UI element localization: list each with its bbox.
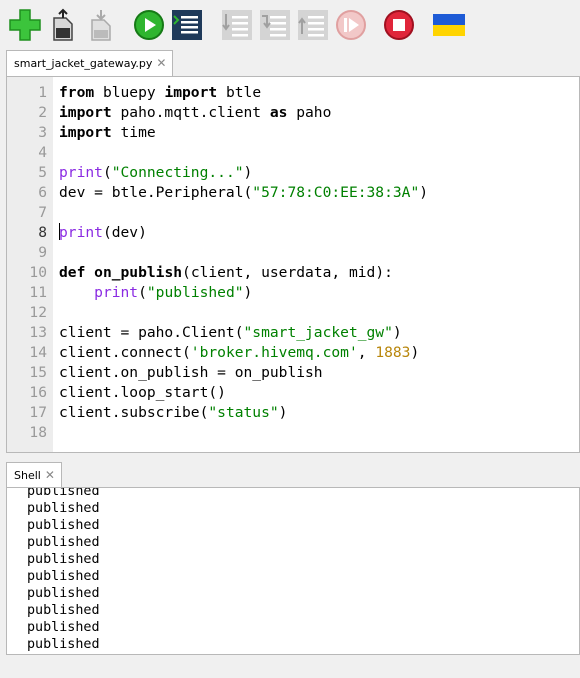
step-over-icon — [222, 10, 252, 40]
shell-output-line: published — [27, 552, 100, 567]
line-number: 9 — [38, 244, 47, 261]
line-number: 7 — [38, 204, 47, 221]
tab-shell[interactable]: Shell ✕ — [6, 462, 62, 488]
ukraine-flag-icon — [433, 14, 465, 36]
shell-output-line: published — [27, 603, 100, 618]
shell-output-line: published — [27, 487, 100, 499]
line-number: 2 — [38, 104, 47, 121]
code-line[interactable]: print("Connecting...") — [59, 163, 252, 183]
code-line[interactable]: import paho.mqtt.client as paho — [59, 103, 331, 123]
code-line[interactable]: print("published") — [59, 283, 252, 303]
debug-list-icon — [172, 10, 202, 40]
code-line[interactable]: print(dev) — [59, 223, 147, 243]
open-file-icon — [53, 8, 73, 41]
run-button[interactable] — [132, 8, 166, 42]
save-button[interactable] — [84, 8, 118, 42]
shell-output-line: published — [27, 620, 100, 635]
plus-icon — [9, 9, 41, 41]
line-number: 6 — [38, 184, 47, 201]
code-line[interactable]: client.connect('broker.hivemq.com', 1883… — [59, 343, 419, 363]
open-button[interactable] — [46, 8, 80, 42]
editor-tab-bar: smart_jacket_gateway.py ✕ — [0, 50, 580, 76]
new-button[interactable] — [8, 8, 42, 42]
shell-output-line: published — [27, 518, 100, 533]
shell-output-line: published — [27, 501, 100, 516]
line-number: 8 — [38, 224, 47, 241]
resume-icon — [336, 10, 366, 40]
code-line[interactable]: import time — [59, 123, 156, 143]
line-number: 10 — [29, 264, 47, 281]
shell-output-line: published — [27, 586, 100, 601]
line-number: 17 — [29, 404, 47, 421]
shell-output-line: published — [27, 569, 100, 584]
tab-label: smart_jacket_gateway.py — [14, 57, 153, 70]
code-line[interactable]: def on_publish(client, userdata, mid): — [59, 263, 393, 283]
save-icon — [91, 10, 111, 41]
code-line[interactable]: from bluepy import btle — [59, 83, 261, 103]
step-over-button[interactable] — [220, 8, 254, 42]
line-number: 12 — [29, 304, 47, 321]
step-into-icon — [260, 10, 290, 40]
close-icon[interactable]: ✕ — [45, 468, 55, 482]
code-line[interactable]: client.subscribe("status") — [59, 403, 287, 423]
line-number: 15 — [29, 364, 47, 381]
line-number: 13 — [29, 324, 47, 341]
code-line[interactable]: client.loop_start() — [59, 383, 226, 403]
resume-button[interactable] — [334, 8, 368, 42]
line-number: 14 — [29, 344, 47, 361]
debug-button[interactable] — [170, 8, 204, 42]
shell-output-line: published — [27, 637, 100, 652]
line-number-gutter: 1 2 3 4 5 6 7 8 9 10 11 12 13 14 15 16 17 18 — [7, 77, 53, 452]
line-number: 1 — [38, 84, 47, 101]
play-icon — [134, 10, 164, 40]
stop-icon — [384, 10, 414, 40]
shell-output[interactable]: published published published published publ… — [6, 487, 580, 655]
stop-button[interactable] — [382, 8, 416, 42]
line-number: 4 — [38, 144, 47, 161]
code-line[interactable]: client.on_publish = on_publish — [59, 363, 323, 383]
code-line[interactable]: client = paho.Client("smart_jacket_gw") — [59, 323, 402, 343]
code-editor[interactable]: 1 2 3 4 5 6 7 8 9 10 11 12 13 14 15 16 17 18 from bluepy … — [6, 76, 580, 453]
tab-label: Shell — [14, 469, 41, 482]
toolbar — [0, 0, 580, 50]
close-icon[interactable]: ✕ — [156, 56, 166, 70]
line-number: 16 — [29, 384, 47, 401]
code-line[interactable]: dev = btle.Peripheral("57:78:C0:EE:38:3A… — [59, 183, 428, 203]
shell-output-line: published — [27, 535, 100, 550]
line-number: 18 — [29, 424, 47, 441]
ukraine-flag[interactable] — [432, 8, 466, 42]
tab-smart-jacket-gateway[interactable]: smart_jacket_gateway.py ✕ — [6, 50, 174, 76]
line-number: 5 — [38, 164, 47, 181]
line-number: 11 — [29, 284, 47, 301]
shell-tab-bar: Shell ✕ — [0, 460, 580, 488]
step-out-icon — [298, 10, 328, 40]
step-out-button[interactable] — [296, 8, 330, 42]
line-number: 3 — [38, 124, 47, 141]
step-into-button[interactable] — [258, 8, 292, 42]
